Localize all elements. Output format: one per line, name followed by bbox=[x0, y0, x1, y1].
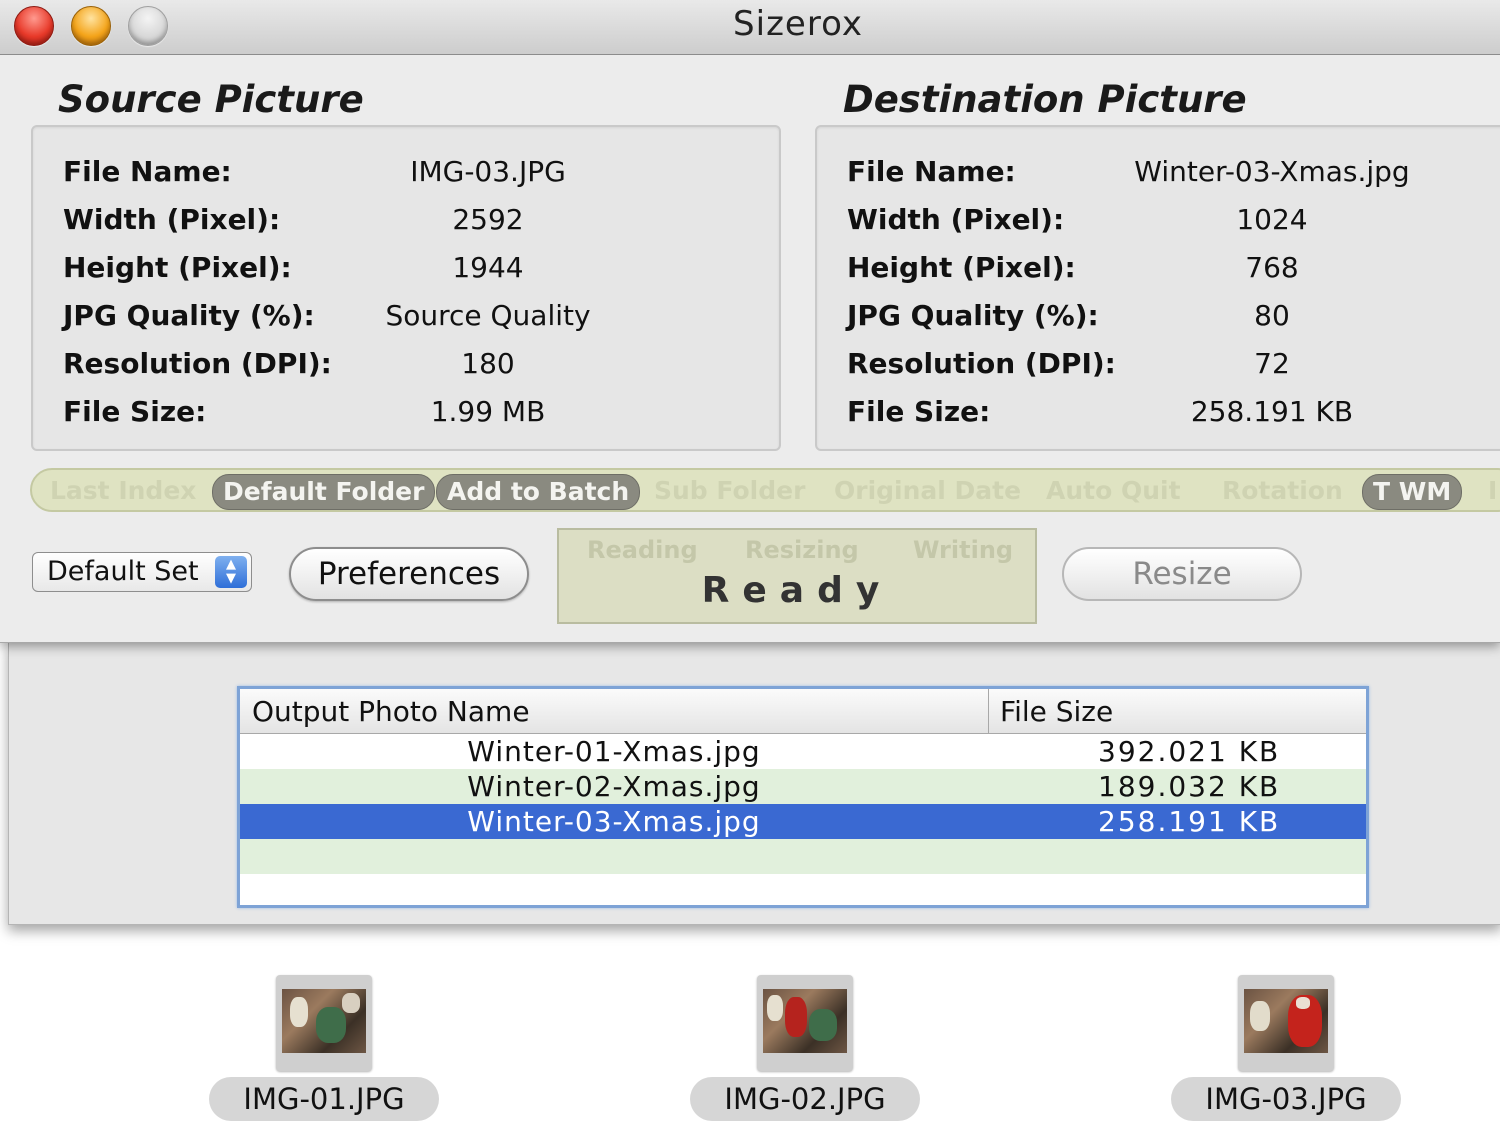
source-height-row: Height (Pixel): 1944 bbox=[33, 251, 779, 295]
table-row-empty bbox=[240, 839, 1366, 874]
table-row[interactable]: Winter-02-Xmas.jpg 189.032 KB bbox=[240, 769, 1366, 804]
source-height-label: Height (Pixel): bbox=[63, 251, 292, 284]
dest-file-name-label: File Name: bbox=[847, 155, 1016, 188]
dest-width-value: 1024 bbox=[1236, 203, 1308, 236]
stage-reading: Reading bbox=[587, 536, 698, 564]
batch-drawer: Output Photo Name File Size Winter-01-Xm… bbox=[8, 642, 1500, 925]
source-resolution-label: Resolution (DPI): bbox=[63, 347, 332, 380]
toggle-truncated[interactable]: I bbox=[1478, 474, 1500, 508]
preset-popup[interactable]: Default Set ▲ ▼ bbox=[32, 552, 252, 592]
toggle-rotation[interactable]: Rotation bbox=[1212, 474, 1353, 508]
dest-resolution-row: Resolution (DPI): 72 bbox=[817, 347, 1500, 391]
source-width-value: 2592 bbox=[452, 203, 524, 236]
row-file-size: 258.191 KB bbox=[1098, 805, 1281, 838]
dest-quality-label: JPG Quality (%): bbox=[847, 299, 1099, 332]
dest-width-row: Width (Pixel): 1024 bbox=[817, 203, 1500, 247]
toggle-last-index[interactable]: Last Index bbox=[40, 474, 206, 508]
preset-popup-value: Default Set bbox=[47, 556, 199, 587]
preferences-button[interactable]: Preferences bbox=[289, 547, 529, 601]
stage-resizing: Resizing bbox=[745, 536, 859, 564]
dest-file-size-row: File Size: 258.191 KB bbox=[817, 395, 1500, 439]
destination-info-panel: File Name: Winter-03-Xmas.jpg Width (Pix… bbox=[815, 125, 1500, 451]
source-width-row: Width (Pixel): 2592 bbox=[33, 203, 779, 247]
column-header-output-name[interactable]: Output Photo Name bbox=[252, 695, 530, 728]
table-row-selected[interactable]: Winter-03-Xmas.jpg 258.191 KB bbox=[240, 804, 1366, 839]
toggle-auto-quit[interactable]: Auto Quit bbox=[1036, 474, 1191, 508]
photo-preview bbox=[1244, 989, 1328, 1053]
thumbnail-label: IMG-02.JPG bbox=[690, 1077, 920, 1121]
source-file-size-label: File Size: bbox=[63, 395, 207, 428]
thumbnail-item[interactable]: IMG-03.JPG bbox=[1171, 975, 1401, 1125]
source-file-name-label: File Name: bbox=[63, 155, 232, 188]
dest-file-size-value: 258.191 KB bbox=[1190, 395, 1354, 428]
toggle-default-folder[interactable]: Default Folder bbox=[212, 474, 436, 510]
dest-resolution-value: 72 bbox=[1254, 347, 1290, 380]
popup-arrows-icon: ▲ ▼ bbox=[215, 556, 247, 588]
dest-file-size-label: File Size: bbox=[847, 395, 991, 428]
destination-picture-heading: Destination Picture bbox=[843, 78, 1247, 121]
thumbnail-item[interactable]: IMG-01.JPG bbox=[209, 975, 439, 1125]
source-file-size-value: 1.99 MB bbox=[430, 395, 546, 428]
row-file-size: 189.032 KB bbox=[1098, 770, 1281, 803]
resize-button[interactable]: Resize bbox=[1062, 547, 1302, 601]
source-file-name-value: IMG-03.JPG bbox=[410, 155, 566, 188]
table-row[interactable]: Winter-01-Xmas.jpg 392.021 KB bbox=[240, 734, 1366, 769]
dest-height-row: Height (Pixel): 768 bbox=[817, 251, 1500, 295]
thumbnail-item[interactable]: IMG-02.JPG bbox=[690, 975, 920, 1125]
row-output-name: Winter-03-Xmas.jpg bbox=[467, 805, 761, 838]
source-file-size-row: File Size: 1.99 MB bbox=[33, 395, 779, 439]
source-file-name-row: File Name: IMG-03.JPG bbox=[33, 155, 779, 199]
thumbnail-image[interactable] bbox=[276, 975, 372, 1071]
dest-height-label: Height (Pixel): bbox=[847, 251, 1076, 284]
thumbnail-label: IMG-03.JPG bbox=[1171, 1077, 1401, 1121]
dest-width-label: Width (Pixel): bbox=[847, 203, 1065, 236]
thumbnail-label: IMG-01.JPG bbox=[209, 1077, 439, 1121]
source-quality-value: Source Quality bbox=[385, 299, 591, 332]
dest-quality-row: JPG Quality (%): 80 bbox=[817, 299, 1500, 343]
toggle-original-date[interactable]: Original Date bbox=[824, 474, 1031, 508]
dest-resolution-label: Resolution (DPI): bbox=[847, 347, 1116, 380]
thumbnail-image[interactable] bbox=[1238, 975, 1334, 1071]
photo-preview bbox=[282, 989, 366, 1053]
source-quality-label: JPG Quality (%): bbox=[63, 299, 315, 332]
status-message: Ready bbox=[701, 570, 893, 611]
toggle-sub-folder[interactable]: Sub Folder bbox=[644, 474, 815, 508]
column-header-file-size[interactable]: File Size bbox=[1000, 695, 1113, 728]
source-quality-row: JPG Quality (%): Source Quality bbox=[33, 299, 779, 343]
dest-file-name-row: File Name: Winter-03-Xmas.jpg bbox=[817, 155, 1500, 199]
dest-file-name-value: Winter-03-Xmas.jpg bbox=[1134, 155, 1410, 188]
source-picture-heading: Source Picture bbox=[58, 78, 364, 121]
photo-preview bbox=[763, 989, 847, 1053]
main-window: Sizerox Source Picture File Name: IMG-03… bbox=[0, 0, 1500, 643]
row-file-size: 392.021 KB bbox=[1098, 735, 1281, 768]
row-output-name: Winter-02-Xmas.jpg bbox=[467, 770, 761, 803]
toggle-add-to-batch[interactable]: Add to Batch bbox=[436, 474, 641, 510]
title-bar[interactable]: Sizerox bbox=[0, 0, 1500, 55]
thumbnail-image[interactable] bbox=[757, 975, 853, 1071]
row-output-name: Winter-01-Xmas.jpg bbox=[467, 735, 761, 768]
dest-quality-value: 80 bbox=[1254, 299, 1290, 332]
batch-output-table[interactable]: Output Photo Name File Size Winter-01-Xm… bbox=[237, 686, 1369, 908]
dest-height-value: 768 bbox=[1245, 251, 1299, 284]
options-toggle-bar: Last Index Default Folder Add to Batch S… bbox=[30, 468, 1500, 512]
source-resolution-value: 180 bbox=[461, 347, 515, 380]
source-info-panel: File Name: IMG-03.JPG Width (Pixel): 259… bbox=[31, 125, 781, 451]
source-width-label: Width (Pixel): bbox=[63, 203, 281, 236]
window-title: Sizerox bbox=[733, 4, 863, 44]
source-resolution-row: Resolution (DPI): 180 bbox=[33, 347, 779, 391]
stage-writing: Writing bbox=[913, 536, 1014, 564]
column-divider bbox=[988, 689, 989, 733]
source-height-value: 1944 bbox=[452, 251, 524, 284]
toggle-t-wm[interactable]: T WM bbox=[1362, 474, 1463, 510]
table-header: Output Photo Name File Size bbox=[240, 689, 1366, 734]
status-display: Reading Resizing Writing Ready bbox=[557, 528, 1037, 624]
